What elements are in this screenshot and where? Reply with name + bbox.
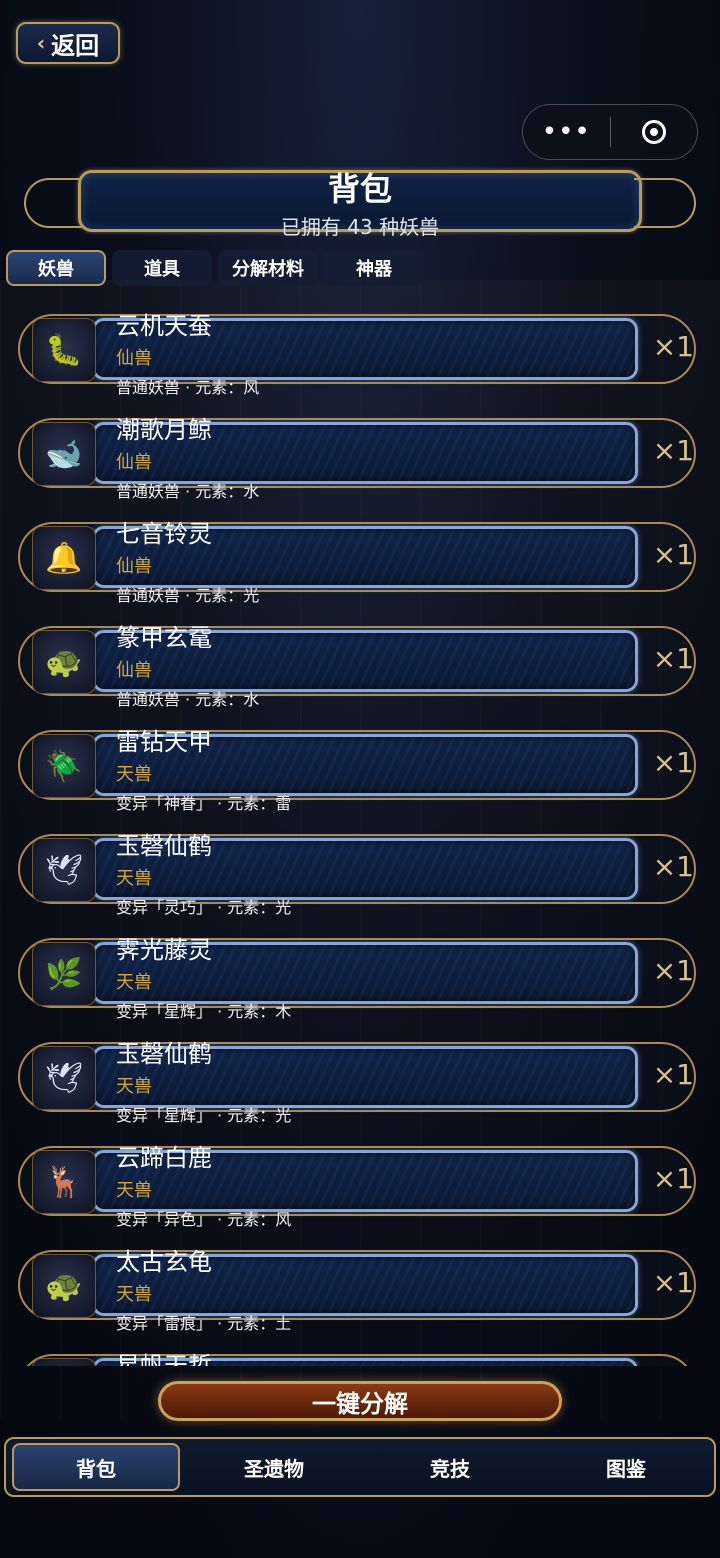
beast-rank: 仙兽	[116, 452, 152, 473]
beast-name: 星帆天哲	[116, 1352, 212, 1366]
target-icon	[641, 120, 666, 144]
beast-count: ×1	[652, 1058, 694, 1091]
more-icon[interactable]: •••	[523, 117, 610, 147]
beast-rank: 天兽	[116, 1076, 152, 1097]
beast-detail: 变异「星辉」 · 元素：光	[116, 1106, 292, 1125]
beast-detail: 普通妖兽 · 元素：水	[116, 690, 260, 709]
beast-rank: 仙兽	[116, 556, 152, 577]
list-item[interactable]: 🕊 玉磬仙鹤 天兽 变异「灵巧」 · 元素：光 ×1	[18, 830, 696, 917]
back-label: 返回	[51, 31, 100, 60]
beast-rank: 仙兽	[116, 348, 152, 369]
beast-detail: 普通妖兽 · 元素：风	[116, 378, 260, 397]
list-item[interactable]: 🐛 云机天蚕 仙兽 普通妖兽 · 元素：风 ×1	[18, 310, 696, 397]
beast-rank: 仙兽	[116, 660, 152, 681]
beast-list[interactable]: 🐛 云机天蚕 仙兽 普通妖兽 · 元素：风 ×1 🐋 潮歌月鲸 仙兽 普通妖兽 …	[0, 304, 720, 1366]
nav-codex[interactable]: 图鉴	[544, 1445, 708, 1489]
beast-name: 雷钻天甲	[116, 728, 212, 756]
beast-detail: 变异「异色」 · 元素：风	[116, 1210, 292, 1229]
beast-name: 篆甲玄鼋	[116, 624, 212, 652]
beast-count: ×1	[652, 642, 694, 675]
beast-detail: 普通妖兽 · 元素：水	[116, 482, 260, 501]
beast-count: ×1	[652, 538, 694, 571]
owned-count: 已拥有 43 种妖兽	[280, 215, 440, 239]
list-item[interactable]: 🕊 玉磬仙鹤 天兽 变异「星辉」 · 元素：光 ×1	[18, 1038, 696, 1125]
tab-artifacts[interactable]: 神器	[324, 250, 424, 286]
list-item[interactable]: ⛵ 星帆天哲	[18, 1350, 696, 1366]
beast-rank: 天兽	[116, 868, 152, 889]
nav-relics[interactable]: 圣遗物	[192, 1445, 356, 1489]
tab-items[interactable]: 道具	[112, 250, 212, 286]
turtle-icon: 🐢	[32, 630, 96, 694]
miniprogram-capsule: •••	[522, 104, 698, 160]
bell-spirit-icon: 🔔	[32, 526, 96, 590]
category-tabs: 妖兽 道具 分解材料 神器	[6, 250, 424, 286]
close-target-button[interactable]	[611, 120, 698, 144]
batch-decompose-button[interactable]: 一键分解	[158, 1381, 562, 1421]
beast-name: 玉磬仙鹤	[116, 832, 212, 860]
list-item[interactable]: 🐋 潮歌月鲸 仙兽 普通妖兽 · 元素：水 ×1	[18, 414, 696, 501]
beast-count: ×1	[652, 1162, 694, 1195]
beast-rank: 天兽	[116, 1180, 152, 1201]
nav-arena[interactable]: 竞技	[368, 1445, 532, 1489]
beast-name: 玉磬仙鹤	[116, 1040, 212, 1068]
chevron-left-icon: ‹	[36, 31, 46, 55]
beast-count: ×1	[652, 850, 694, 883]
beast-count: ×1	[652, 746, 694, 779]
beast-name: 霁光藤灵	[116, 936, 212, 964]
beast-rank: 天兽	[116, 764, 152, 785]
list-item[interactable]: 🐢 篆甲玄鼋 仙兽 普通妖兽 · 元素：水 ×1	[18, 622, 696, 709]
beast-name: 太古玄龟	[116, 1248, 212, 1276]
beetle-icon: 🪲	[32, 734, 96, 798]
nav-bag[interactable]: 背包	[12, 1443, 180, 1491]
beast-name: 七音铃灵	[116, 520, 212, 548]
beast-name: 云蹄白鹿	[116, 1144, 212, 1172]
vine-spirit-icon: 🌿	[32, 942, 96, 1006]
beast-detail: 变异「灵巧」 · 元素：光	[116, 898, 292, 917]
beast-name: 潮歌月鲸	[116, 416, 212, 444]
list-item[interactable]: 🪲 雷钻天甲 天兽 变异「神眷」 · 元素：雷 ×1	[18, 726, 696, 813]
crane-icon: 🕊	[32, 1046, 96, 1110]
whale-icon: 🐋	[32, 422, 96, 486]
beast-count: ×1	[652, 434, 694, 467]
beast-detail: 变异「神眷」 · 元素：雷	[116, 794, 292, 813]
beast-name: 云机天蚕	[116, 312, 212, 340]
beast-rank: 天兽	[116, 1284, 152, 1305]
deer-icon: 🦌	[32, 1150, 96, 1214]
list-item[interactable]: 🔔 七音铃灵 仙兽 普通妖兽 · 元素：光 ×1	[18, 518, 696, 605]
page-title: 背包	[327, 170, 392, 208]
crane-icon: 🕊	[32, 838, 96, 902]
bottom-nav: 背包 圣遗物 竞技 图鉴	[4, 1437, 716, 1497]
beast-count: ×1	[652, 1266, 694, 1299]
back-button[interactable]: ‹ 返回	[16, 22, 120, 64]
beast-rank: 天兽	[116, 972, 152, 993]
beast-count: ×1	[652, 330, 694, 363]
tab-beasts[interactable]: 妖兽	[6, 250, 106, 286]
list-item[interactable]: 🦌 云蹄白鹿 天兽 变异「异色」 · 元素：风 ×1	[18, 1142, 696, 1229]
beast-detail: 普通妖兽 · 元素：光	[116, 586, 260, 605]
beast-count: ×1	[652, 954, 694, 987]
tortoise-icon: 🐢	[32, 1254, 96, 1318]
silkworm-icon: 🐛	[32, 318, 96, 382]
beast-detail: 变异「雷痕」 · 元素：土	[116, 1314, 292, 1333]
beast-detail: 变异「星辉」 · 元素：木	[116, 1002, 292, 1021]
list-item[interactable]: 🌿 霁光藤灵 天兽 变异「星辉」 · 元素：木 ×1	[18, 934, 696, 1021]
tab-materials[interactable]: 分解材料	[218, 250, 318, 286]
sail-icon: ⛵	[32, 1358, 96, 1366]
list-item[interactable]: 🐢 太古玄龟 天兽 变异「雷痕」 · 元素：土 ×1	[18, 1246, 696, 1333]
